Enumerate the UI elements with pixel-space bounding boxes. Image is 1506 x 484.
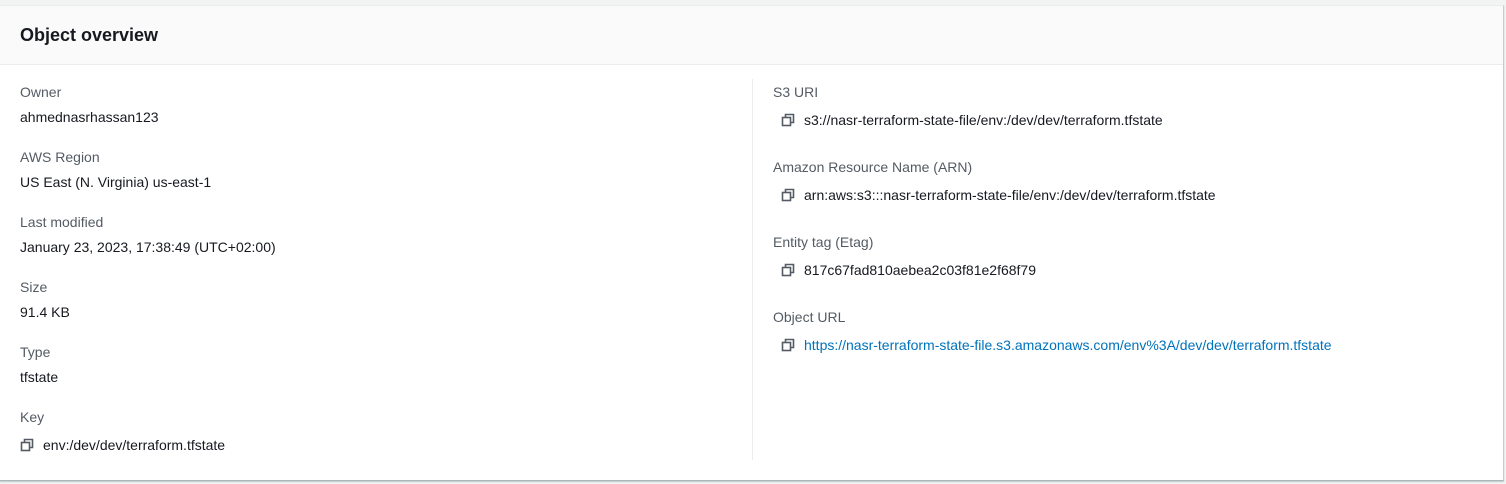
s3-uri-label: S3 URI <box>773 84 819 100</box>
copy-icon[interactable] <box>20 438 34 452</box>
copy-icon[interactable] <box>781 188 795 202</box>
s3-uri-value: s3://nasr-terraform-state-file/env:/dev/… <box>804 112 1163 128</box>
panel-header: Object overview <box>0 6 1503 65</box>
arn-label: Amazon Resource Name (ARN) <box>773 159 973 175</box>
type-label: Type <box>20 344 51 360</box>
panel-title: Object overview <box>20 24 159 45</box>
key-value: env:/dev/dev/terraform.tfstate <box>43 437 226 453</box>
object-overview-panel: Object overview Owner ahmednasrhassan123… <box>0 5 1504 481</box>
s3-uri-copy-row: s3://nasr-terraform-state-file/env:/dev/… <box>773 112 1163 128</box>
etag-value: 817c67fad810aebea2c03f81e2f68f79 <box>804 262 1036 278</box>
etag-label: Entity tag (Etag) <box>773 234 874 250</box>
owner-label: Owner <box>20 84 62 100</box>
arn-copy-row: arn:aws:s3:::nasr-terraform-state-file/e… <box>773 187 1216 203</box>
panel-body: Owner ahmednasrhassan123 AWS Region US E… <box>0 65 1503 481</box>
region-label: AWS Region <box>20 149 100 165</box>
owner-value: ahmednasrhassan123 <box>20 109 159 125</box>
object-url-link[interactable]: https://nasr-terraform-state-file.s3.ama… <box>804 337 1332 353</box>
arn-value: arn:aws:s3:::nasr-terraform-state-file/e… <box>804 187 1216 203</box>
region-value: US East (N. Virginia) us-east-1 <box>20 174 212 190</box>
copy-icon[interactable] <box>781 113 795 127</box>
copy-icon[interactable] <box>781 338 795 352</box>
key-copy-row: env:/dev/dev/terraform.tfstate <box>12 437 225 453</box>
key-label: Key <box>20 409 45 425</box>
copy-icon[interactable] <box>781 263 795 277</box>
object-url-label: Object URL <box>773 309 846 325</box>
type-value: tfstate <box>20 369 59 385</box>
etag-copy-row: 817c67fad810aebea2c03f81e2f68f79 <box>773 262 1036 278</box>
last-modified-label: Last modified <box>20 214 104 230</box>
size-label: Size <box>20 279 48 295</box>
object-url-copy-row: https://nasr-terraform-state-file.s3.ama… <box>773 337 1332 353</box>
size-value: 91.4 KB <box>20 304 70 320</box>
column-divider <box>752 79 753 460</box>
last-modified-value: January 23, 2023, 17:38:49 (UTC+02:00) <box>20 239 276 255</box>
